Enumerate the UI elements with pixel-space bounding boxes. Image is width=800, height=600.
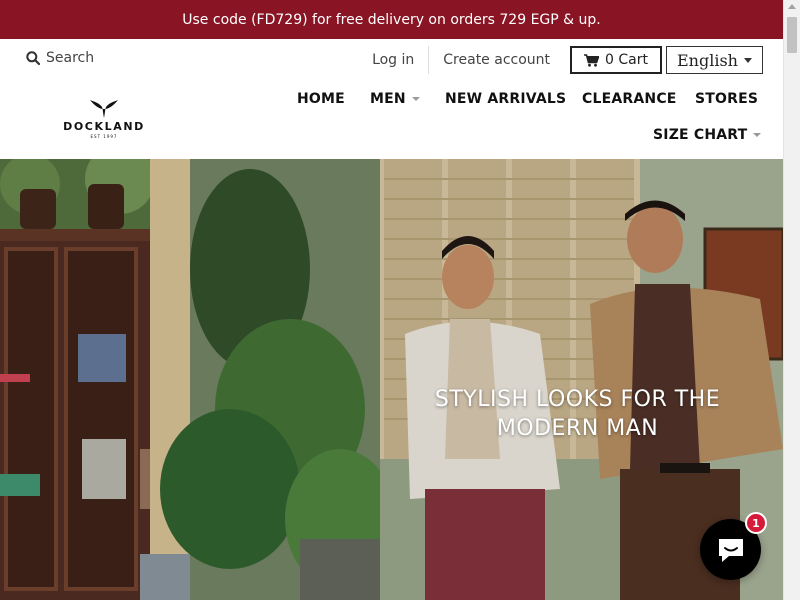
nav-clearance-label: CLEARANCE: [582, 91, 677, 107]
hero-image: [0, 159, 783, 600]
scrollbar-thumb[interactable]: [787, 17, 797, 53]
nav-stores-label: STORES: [695, 91, 759, 107]
hero-headline-line1: STYLISH LOOKS FOR THE: [434, 387, 721, 412]
scroll-up-icon[interactable]: [788, 4, 796, 9]
nav-size-chart-label: SIZE CHART: [653, 127, 748, 143]
nav-men-label: MEN: [370, 91, 406, 107]
nav-new-arrivals-label: NEW ARRIVALS: [445, 91, 567, 107]
hero-headline: STYLISH LOOKS FOR THE MODERN MAN: [405, 385, 750, 443]
announcement-text: Use code (FD729) for free delivery on or…: [182, 11, 601, 28]
announcement-bar: Use code (FD729) for free delivery on or…: [0, 0, 783, 39]
hero-banner[interactable]: STYLISH LOOKS FOR THE MODERN MAN: [0, 159, 783, 600]
chevron-down-icon: [411, 97, 420, 101]
nav-men[interactable]: MEN: [370, 91, 420, 107]
chat-notification-badge: 1: [745, 512, 767, 534]
nav-home-label: HOME: [297, 91, 345, 107]
hero-headline-line2: MODERN MAN: [496, 416, 659, 441]
nav-clearance[interactable]: CLEARANCE: [582, 91, 677, 107]
site-header: Search Log in Create account 0 Cart Engl…: [0, 39, 783, 159]
chevron-down-icon: [753, 133, 762, 137]
chat-bubble-icon: [718, 538, 743, 562]
nav-new-arrivals[interactable]: NEW ARRIVALS: [445, 91, 566, 107]
nav-size-chart[interactable]: SIZE CHART: [653, 127, 762, 143]
nav-stores[interactable]: STORES: [695, 91, 758, 107]
page-scrollbar[interactable]: [783, 0, 800, 600]
main-navigation: HOME MEN NEW ARRIVALS CLEARANCE STORES S…: [0, 39, 783, 159]
nav-home[interactable]: HOME: [297, 91, 345, 107]
